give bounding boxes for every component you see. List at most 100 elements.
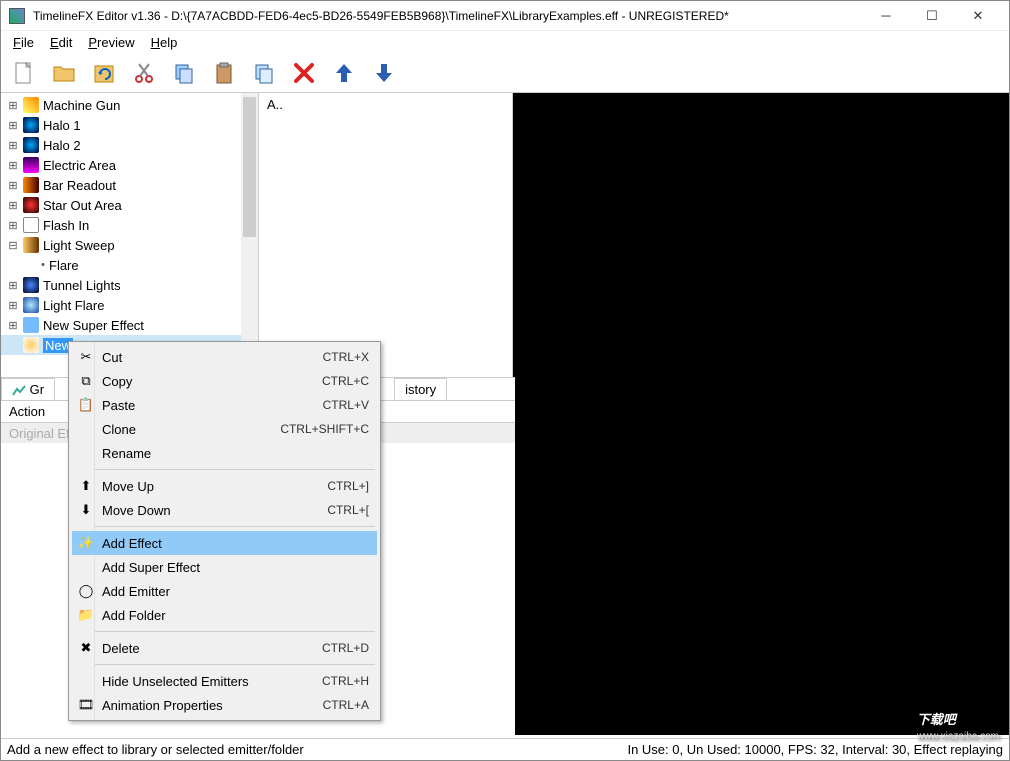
menu-separator	[74, 526, 375, 527]
menu-item-shortcut: CTRL+V	[323, 398, 369, 412]
clone-button[interactable]	[251, 60, 277, 86]
tree-item[interactable]: ⊞ Tunnel Lights	[1, 275, 241, 295]
expand-icon[interactable]: ⊞	[7, 179, 19, 192]
expand-icon[interactable]: ⊞	[7, 319, 19, 332]
delete-button[interactable]	[291, 60, 317, 86]
preview-viewport-lower[interactable]	[515, 377, 1009, 735]
tree-item-label: Flare	[49, 258, 79, 273]
tree-item-label: Machine Gun	[43, 98, 120, 113]
expand-icon[interactable]: ⊞	[7, 159, 19, 172]
new-file-button[interactable]	[11, 60, 37, 86]
tree-item[interactable]: ⊞ Electric Area	[1, 155, 241, 175]
menu-item-label: Cut	[102, 350, 323, 365]
menu-item-move-up[interactable]: ⬆Move UpCTRL+]	[72, 474, 377, 498]
cut-button[interactable]	[131, 60, 157, 86]
tree-item[interactable]: ⊞ Bar Readout	[1, 175, 241, 195]
menu-item-icon: ✨	[78, 535, 94, 551]
menu-separator	[74, 469, 375, 470]
emitter-panel-header[interactable]: A..	[267, 97, 504, 112]
move-down-button[interactable]	[371, 60, 397, 86]
tree-scrollbar[interactable]	[241, 93, 258, 377]
tree-item[interactable]: •Flare	[1, 255, 241, 275]
preview-viewport[interactable]	[513, 93, 1009, 377]
menu-bar: File Edit Preview Help	[1, 31, 1009, 53]
status-message: Add a new effect to library or selected …	[7, 742, 627, 757]
expand-icon[interactable]: ⊞	[7, 139, 19, 152]
effects-tree[interactable]: ⊞Machine Gun⊞Halo 1⊞Halo 2⊞Electric Area…	[1, 93, 241, 377]
effect-icon	[23, 337, 39, 353]
tree-item[interactable]: ⊟Light Sweep	[1, 235, 241, 255]
menu-item-shortcut: CTRL+D	[322, 641, 369, 655]
tree-item-label: Flash In	[43, 218, 89, 233]
open-folder-button[interactable]	[51, 60, 77, 86]
tree-item[interactable]: ⊞Light Flare	[1, 295, 241, 315]
tree-item[interactable]: ⊞ Halo 1	[1, 115, 241, 135]
expand-icon[interactable]: ⊞	[7, 299, 19, 312]
expand-icon[interactable]: ⊞	[7, 99, 19, 112]
menu-item-delete[interactable]: ✖DeleteCTRL+D	[72, 636, 377, 660]
tree-item-label: Electric Area	[43, 158, 116, 173]
menu-item-clone[interactable]: CloneCTRL+SHIFT+C	[72, 417, 377, 441]
menu-item-label: Delete	[102, 641, 322, 656]
expand-icon[interactable]: •	[37, 259, 49, 271]
menu-item-add-effect[interactable]: ✨ Add Effect	[72, 531, 377, 555]
paste-button[interactable]	[211, 60, 237, 86]
close-button[interactable]: ✕	[955, 1, 1001, 31]
effect-icon	[23, 297, 39, 313]
menu-item-animation-properties[interactable]: 🎞Animation PropertiesCTRL+A	[72, 693, 377, 717]
menu-item-copy[interactable]: ⧉CopyCTRL+C	[72, 369, 377, 393]
expand-icon[interactable]: ⊟	[7, 239, 19, 252]
status-stats: In Use: 0, Un Used: 10000, FPS: 32, Inte…	[627, 742, 1003, 757]
emitter-panel: A..	[259, 93, 513, 377]
main-area: ⊞Machine Gun⊞Halo 1⊞Halo 2⊞Electric Area…	[1, 93, 1009, 377]
tree-item[interactable]: ⊞ New Super Effect	[1, 315, 241, 335]
minimize-button[interactable]: ─	[863, 1, 909, 31]
tree-item[interactable]: ⊞ Flash In	[1, 215, 241, 235]
tree-item[interactable]: ⊞Star Out Area	[1, 195, 241, 215]
tree-item[interactable]: ⊞Halo 2	[1, 135, 241, 155]
menu-item-add-folder[interactable]: 📁Add Folder	[72, 603, 377, 627]
menu-separator	[74, 664, 375, 665]
menu-item-rename[interactable]: Rename	[72, 441, 377, 465]
copy-button[interactable]	[171, 60, 197, 86]
expand-icon[interactable]: ⊞	[7, 119, 19, 132]
menu-preview[interactable]: Preview	[80, 33, 142, 52]
maximize-button[interactable]: ☐	[909, 1, 955, 31]
menu-item-shortcut: CTRL+[	[327, 503, 369, 517]
menu-file[interactable]: File	[5, 33, 42, 52]
menu-item-icon: ✂	[78, 349, 94, 365]
menu-item-add-super-effect[interactable]: Add Super Effect	[72, 555, 377, 579]
menu-item-add-emitter[interactable]: ◯Add Emitter	[72, 579, 377, 603]
menu-item-paste[interactable]: 📋PasteCTRL+V	[72, 393, 377, 417]
tab-graph[interactable]: Gr	[1, 378, 55, 400]
tab-graph-label: Gr	[30, 382, 44, 397]
effect-icon	[23, 97, 39, 113]
menu-item-label: Add Effect	[102, 536, 369, 551]
tree-item-label: Bar Readout	[43, 178, 116, 193]
menu-item-shortcut: CTRL+A	[323, 698, 369, 712]
expand-icon[interactable]: ⊞	[7, 279, 19, 292]
effect-icon	[23, 177, 39, 193]
tree-item-label: Halo 1	[43, 118, 81, 133]
reload-button[interactable]	[91, 60, 117, 86]
menu-item-label: Animation Properties	[102, 698, 323, 713]
effect-icon	[23, 277, 39, 293]
context-menu: ✂CutCTRL+X⧉CopyCTRL+C📋PasteCTRL+VCloneCT…	[68, 341, 381, 721]
menu-item-hide-unselected-emitters[interactable]: Hide Unselected EmittersCTRL+H	[72, 669, 377, 693]
scroll-thumb[interactable]	[243, 97, 256, 237]
expand-icon[interactable]: ⊞	[7, 219, 19, 232]
menu-item-cut[interactable]: ✂CutCTRL+X	[72, 345, 377, 369]
menu-item-icon	[78, 673, 94, 689]
menu-help[interactable]: Help	[143, 33, 186, 52]
menu-item-move-down[interactable]: ⬇Move DownCTRL+[	[72, 498, 377, 522]
menu-item-label: Paste	[102, 398, 323, 413]
move-up-button[interactable]	[331, 60, 357, 86]
tab-history[interactable]: istory	[394, 378, 447, 400]
tree-item[interactable]: ⊞ Machine Gun	[1, 95, 241, 115]
tree-item-label: New Super Effect	[43, 318, 144, 333]
tree-item-label: Tunnel Lights	[43, 278, 121, 293]
menu-item-icon: ⬆	[78, 478, 94, 494]
expand-icon[interactable]: ⊞	[7, 199, 19, 212]
menu-item-label: Copy	[102, 374, 322, 389]
menu-edit[interactable]: Edit	[42, 33, 80, 52]
